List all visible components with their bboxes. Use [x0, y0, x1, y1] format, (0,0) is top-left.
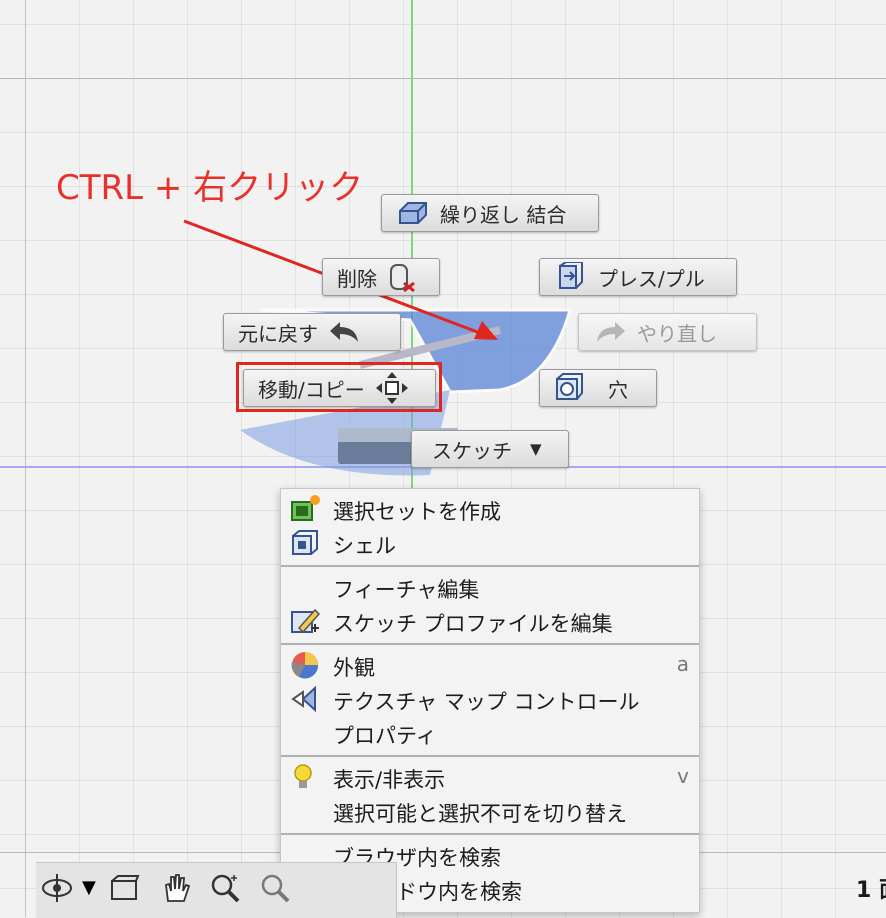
join-icon: [399, 202, 427, 224]
repeat-join-label: 繰り返し 結合: [440, 202, 567, 227]
menu-separator: [281, 755, 699, 757]
texture-map-icon: [291, 685, 316, 713]
press-pull-label: プレス/プル: [598, 266, 705, 291]
move-copy-highlight: [236, 362, 442, 412]
press-pull-icon: [559, 262, 583, 289]
menu-separator: [281, 565, 699, 567]
look-at-icon[interactable]: [108, 871, 142, 905]
hole-icon: [556, 373, 583, 400]
menu-item-properties[interactable]: プロパティ: [281, 717, 699, 749]
menu-separator: [281, 643, 699, 645]
redo-button[interactable]: やり直し: [578, 313, 757, 351]
menu-item-toggle-selectable[interactable]: 選択可能と選択不可を切り替え: [281, 795, 699, 827]
orbit-dropdown-icon[interactable]: ▼: [82, 877, 96, 898]
pan-icon[interactable]: [158, 871, 192, 905]
grid-line-major: [0, 78, 886, 79]
fit-icon[interactable]: [258, 871, 292, 905]
delete-label: 削除: [337, 266, 377, 291]
orbit-icon[interactable]: [40, 871, 74, 905]
menu-item-shell[interactable]: シェル: [281, 527, 699, 559]
delete-button[interactable]: 削除: [322, 258, 440, 296]
menu-item-create-selection-set[interactable]: 選択セットを作成: [281, 493, 699, 525]
menu-item-texture-map-control[interactable]: テクスチャ マップ コントロール: [281, 683, 699, 715]
redo-icon: [597, 322, 625, 342]
undo-icon: [330, 322, 358, 342]
press-pull-button[interactable]: プレス/プル: [539, 258, 737, 296]
hole-label: 穴: [608, 377, 628, 402]
grid-line-major: [25, 0, 26, 917]
lightbulb-icon: [294, 764, 312, 788]
menu-separator: [281, 833, 699, 835]
shell-icon: [292, 530, 318, 555]
undo-label: 元に戻す: [238, 321, 318, 346]
dropdown-arrow-icon: ▼: [530, 440, 542, 458]
menu-item-edit-sketch-profile[interactable]: スケッチ プロファイルを編集: [281, 605, 699, 637]
hole-button[interactable]: 穴: [539, 369, 657, 407]
appearance-icon: [291, 652, 319, 679]
annotation-label: CTRL + 右クリック: [56, 168, 364, 208]
menu-item-edit-feature[interactable]: フィーチャ編集: [281, 571, 699, 603]
sketch-label: スケッチ: [432, 438, 512, 463]
edit-sketch-icon: [291, 608, 321, 634]
menu-item-appearance[interactable]: 外観 a: [281, 649, 699, 681]
menu-item-show-hide[interactable]: 表示/非表示 v: [281, 761, 699, 793]
delete-icon: [390, 264, 415, 293]
face-count-label: 1 面: [856, 878, 886, 903]
sketch-dropdown-button[interactable]: スケッチ ▼: [411, 430, 569, 468]
selection-set-icon: [291, 495, 320, 521]
zoom-icon[interactable]: [208, 871, 242, 905]
context-menu: 選択セットを作成 シェル フィーチャ編集 スケッチ プロファイルを編集 外観 a…: [280, 488, 700, 913]
navigation-bar: ▼: [36, 862, 397, 918]
repeat-join-button[interactable]: 繰り返し 結合: [381, 194, 599, 232]
redo-label: やり直し: [637, 321, 717, 346]
undo-button[interactable]: 元に戻す: [223, 313, 401, 351]
